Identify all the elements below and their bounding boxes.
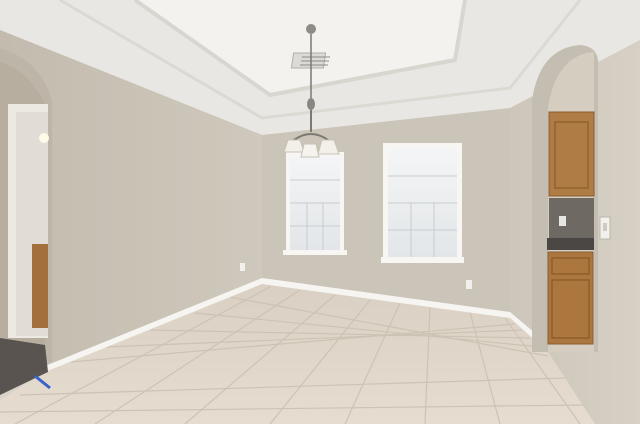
kitchen-countertop bbox=[547, 238, 594, 250]
window-right bbox=[381, 143, 464, 263]
room-scene bbox=[0, 0, 640, 424]
hallway-cabinet bbox=[32, 244, 48, 328]
kitchen-lower-cabinet bbox=[547, 251, 594, 345]
kitchen-backsplash bbox=[549, 198, 594, 238]
window-left bbox=[283, 152, 347, 255]
wall-outlet-left bbox=[240, 263, 245, 271]
wall-outlet-right bbox=[466, 280, 472, 289]
switch-toggle bbox=[603, 223, 607, 231]
outlet-icon bbox=[559, 216, 566, 226]
hallway-light-icon bbox=[39, 133, 49, 143]
